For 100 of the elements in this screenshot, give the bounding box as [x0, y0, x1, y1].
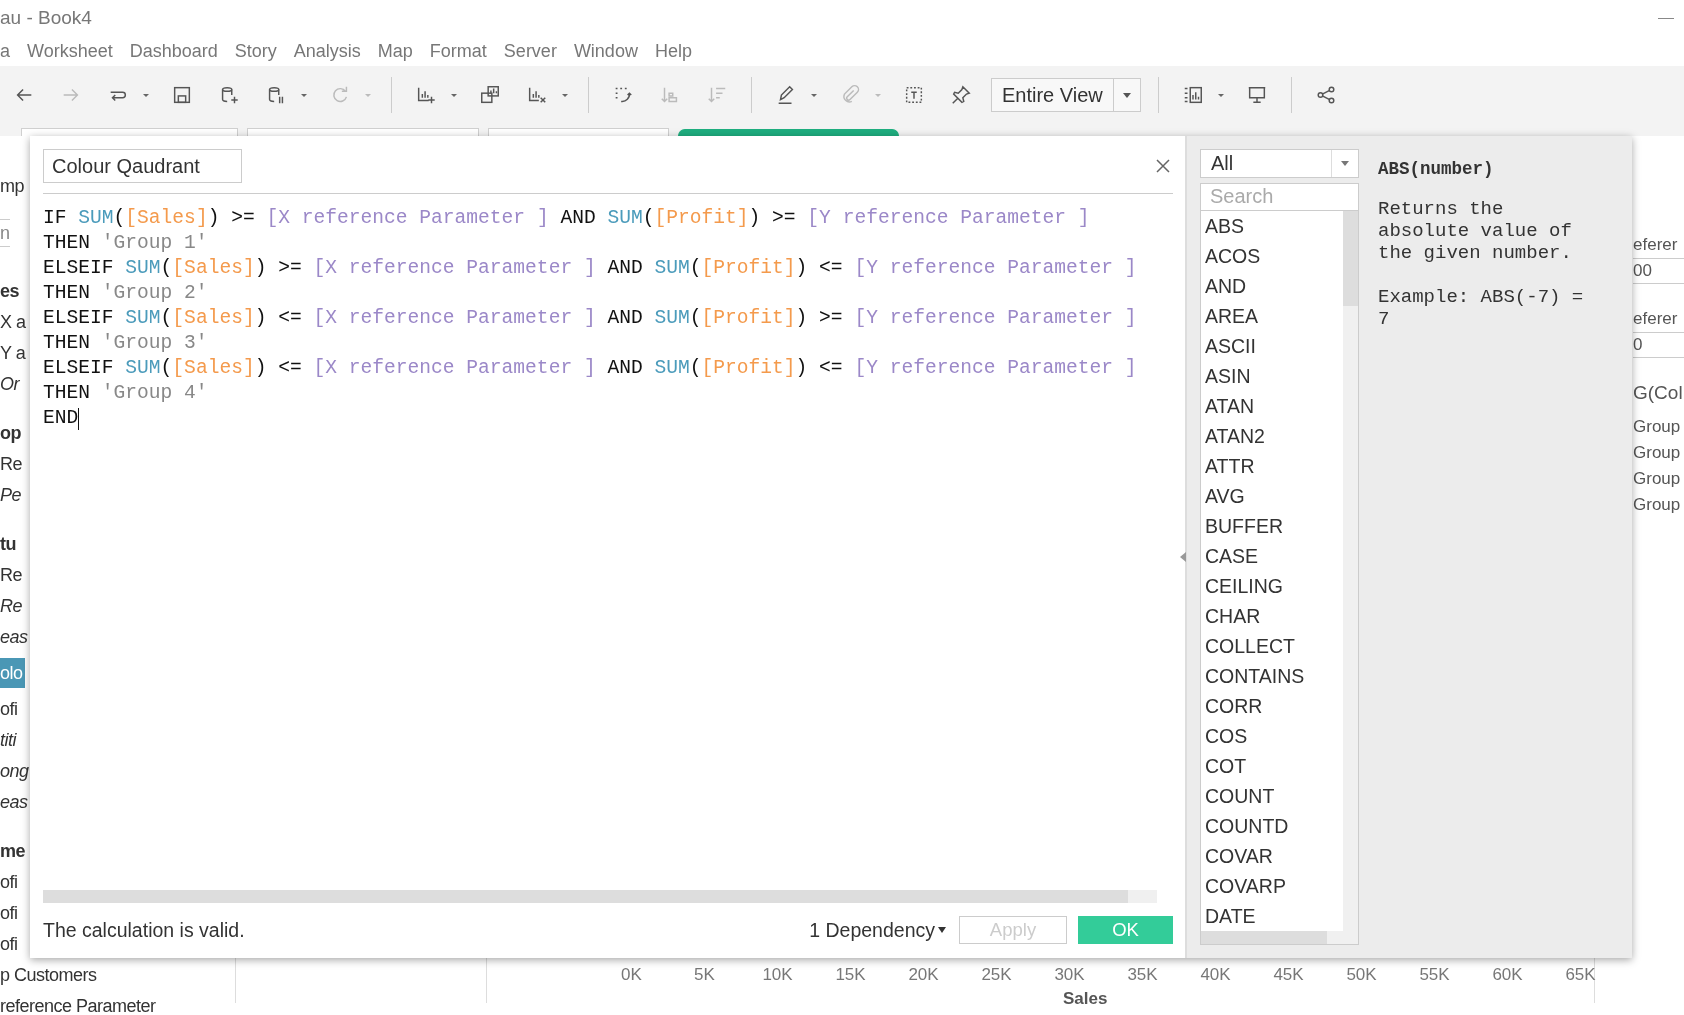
menu-item[interactable]: Map — [377, 40, 413, 62]
function-item[interactable]: ABS — [1201, 211, 1343, 241]
menu-item[interactable]: a — [0, 40, 10, 62]
view-dropdown[interactable]: Entire View — [991, 78, 1141, 112]
search-field[interactable]: n — [0, 219, 10, 247]
function-item[interactable]: ATAN — [1201, 391, 1343, 421]
sidebar-item[interactable]: reference Parameter — [0, 996, 156, 1015]
function-item[interactable]: CHAR — [1201, 601, 1343, 631]
function-item[interactable]: COT — [1201, 751, 1343, 781]
caret-icon — [1122, 92, 1131, 98]
sidebar-item[interactable]: Re — [0, 565, 22, 585]
code-line: THEN 'Group 3' — [43, 331, 209, 356]
column-header: G(Col — [1633, 381, 1684, 405]
panel-label: eferer — [1633, 308, 1679, 330]
section-heading: op — [0, 423, 21, 443]
function-item[interactable]: COVARP — [1201, 871, 1343, 901]
menu-item[interactable]: Worksheet — [27, 40, 113, 62]
axis-label: 25K — [980, 965, 1013, 985]
code-line: IF SUM([Sales]) >= [X reference Parameter ] AND SUM([Profit]) >= [Y reference Parameter ] — [43, 206, 1091, 231]
code-line: THEN 'Group 2' — [43, 281, 209, 306]
function-item[interactable]: ACOS — [1201, 241, 1343, 271]
sidebar-item[interactable]: mp — [0, 176, 24, 196]
panel-label: Group — [1633, 468, 1682, 490]
function-item[interactable]: COLLECT — [1201, 631, 1343, 661]
function-item[interactable]: AND — [1201, 271, 1343, 301]
function-item[interactable]: CORR — [1201, 691, 1343, 721]
function-example: Example: ABS(-7) = 7 — [1378, 286, 1585, 330]
sidebar-item[interactable]: eas — [0, 627, 28, 647]
function-item[interactable]: AVG — [1201, 481, 1343, 511]
axis-label: 40K — [1199, 965, 1232, 985]
function-item[interactable]: COS — [1201, 721, 1343, 751]
function-item[interactable]: DATE — [1201, 901, 1343, 931]
function-item[interactable]: ASIN — [1201, 361, 1343, 391]
caret-icon — [1341, 160, 1349, 166]
sidebar-item[interactable]: Pe — [0, 485, 22, 505]
menu-item[interactable]: Format — [429, 40, 487, 62]
function-item[interactable]: ASCII — [1201, 331, 1343, 361]
axis-label: 50K — [1345, 965, 1378, 985]
function-item[interactable]: AREA — [1201, 301, 1343, 331]
scrollbar-thumb[interactable] — [1201, 931, 1327, 944]
sidebar-item[interactable]: Re — [0, 596, 22, 616]
sidebar-item[interactable]: X a — [0, 312, 26, 332]
sidebar-item[interactable]: eas — [0, 792, 28, 812]
panel-label: Group — [1633, 494, 1682, 516]
function-item[interactable]: ATAN2 — [1201, 421, 1343, 451]
axis-label: 45K — [1272, 965, 1305, 985]
function-item[interactable]: CONTAINS — [1201, 661, 1343, 691]
menu-item[interactable]: Window — [573, 40, 638, 62]
section-heading: tu — [0, 534, 16, 554]
sidebar-item[interactable]: Re — [0, 454, 22, 474]
axis-label: 30K — [1053, 965, 1086, 985]
axis-label: 20K — [907, 965, 940, 985]
axis-label: 35K — [1126, 965, 1159, 985]
sidebar-item[interactable]: p Customers — [0, 965, 97, 985]
sidebar-item[interactable]: ofi — [0, 903, 18, 923]
function-item[interactable]: CEILING — [1201, 571, 1343, 601]
function-item[interactable]: COUNTD — [1201, 811, 1343, 841]
code-line: END — [43, 406, 81, 431]
code-line: ELSEIF SUM([Sales]) <= [X reference Parameter ] AND SUM([Profit]) <= [Y reference Parameter ] — [43, 356, 1138, 381]
function-item[interactable]: ATTR — [1201, 451, 1343, 481]
function-item[interactable]: BUFFER — [1201, 511, 1343, 541]
sidebar-item[interactable]: ofi — [0, 699, 18, 719]
function-item[interactable]: COUNT — [1201, 781, 1343, 811]
caret-icon — [938, 927, 946, 933]
scrollbar-thumb[interactable] — [1343, 211, 1358, 306]
axis-label: 60K — [1491, 965, 1524, 985]
function-signature: ABS(number) — [1378, 159, 1495, 179]
panel-label: eferer — [1633, 234, 1679, 256]
menu-item[interactable]: Analysis — [293, 40, 361, 62]
minimize-button[interactable] — [1658, 17, 1674, 19]
sidebar-item[interactable]: Or — [0, 374, 19, 394]
scrollbar-thumb[interactable] — [43, 890, 1128, 903]
menu-item[interactable]: Help — [654, 40, 692, 62]
axis-label: 5K — [693, 965, 716, 985]
dependency-button[interactable]: 1 Dependency — [809, 918, 946, 942]
axis-label: 0K — [620, 965, 643, 985]
function-description: Returns the absolute value of the given number. — [1378, 198, 1573, 264]
sidebar-item[interactable]: Y a — [0, 343, 26, 363]
menu-item[interactable]: Story — [234, 40, 277, 62]
value-field[interactable]: 0 — [1633, 332, 1684, 358]
function-item[interactable]: CASE — [1201, 541, 1343, 571]
sidebar-item[interactable]: ong — [0, 761, 29, 781]
collapse-arrow-icon[interactable] — [1179, 552, 1187, 562]
code-line: THEN 'Group 4' — [43, 381, 209, 406]
sidebar-item[interactable]: ofi — [0, 934, 18, 954]
function-item[interactable]: COVAR — [1201, 841, 1343, 871]
code-line: ELSEIF SUM([Sales]) >= [X reference Parameter ] AND SUM([Profit]) <= [Y reference Parameter ] — [43, 256, 1138, 281]
search-field[interactable]: Search — [1200, 182, 1359, 211]
axis-title: Sales — [1063, 989, 1108, 1003]
panel-label: Group — [1633, 416, 1682, 438]
calculation-name-field[interactable]: Colour Qaudrant — [43, 149, 242, 183]
menu-item[interactable]: Server — [503, 40, 557, 62]
value-field[interactable]: 00 — [1633, 258, 1684, 284]
close-icon[interactable] — [1156, 159, 1170, 173]
category-dropdown[interactable]: All — [1200, 149, 1359, 178]
menu-item[interactable]: Dashboard — [129, 40, 218, 62]
sidebar-item[interactable]: titi — [0, 730, 16, 750]
sidebar-item[interactable]: ofi — [0, 872, 18, 892]
section-heading: me — [0, 841, 25, 861]
status-message: The calculation is valid. — [43, 918, 246, 942]
